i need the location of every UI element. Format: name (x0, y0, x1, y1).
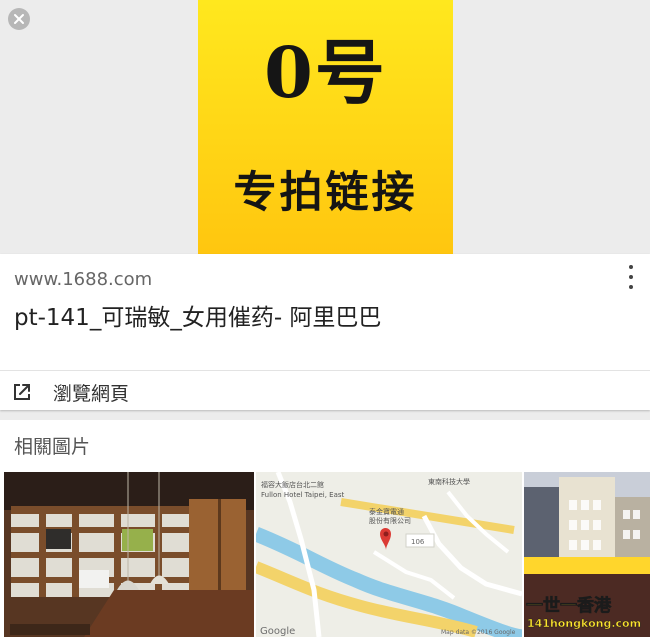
street-image: 一世一香港 141hongkong.com (524, 472, 650, 637)
preview-number-text: 0号 (264, 31, 387, 114)
close-icon (14, 14, 24, 24)
map-image: 福容大飯店台北二館 Fullon Hotel Taipei, East 東南科技… (256, 472, 522, 637)
map-label: 福容大飯店台北二館 (261, 480, 324, 489)
visit-page-label: 瀏覽網頁 (53, 383, 130, 405)
related-images-section: 相關圖片 福容大飯店台北二館 Fullon Hotel Taipei, East… (0, 420, 650, 637)
result-domain: www.1688.com (14, 269, 153, 290)
related-images-heading: 相關圖片 (14, 436, 91, 458)
map-label: 東南科技大學 (428, 477, 470, 486)
more-options-button[interactable] (622, 265, 640, 289)
more-dot-icon (629, 265, 633, 269)
map-label: 股份有限公司 (369, 516, 411, 525)
result-title[interactable]: pt-141_可瑞敏_女用催药- 阿里巴巴 (14, 298, 381, 332)
preview-caption-text: 专拍链接 (233, 168, 418, 218)
map-label: Fullon Hotel Taipei, East (261, 491, 345, 499)
visit-page-button[interactable]: 瀏覽網頁 (0, 371, 650, 410)
image-viewer: 0号 专拍链接 (0, 0, 650, 254)
related-image-room[interactable] (4, 472, 254, 637)
room-image (4, 472, 254, 637)
open-external-icon (14, 384, 30, 400)
related-image-street[interactable]: 一世一香港 141hongkong.com (524, 472, 650, 637)
result-card: www.1688.com pt-141_可瑞敏_女用催药- 阿里巴巴 瀏覽網頁 (0, 254, 650, 410)
related-image-map[interactable]: 福容大飯店台北二館 Fullon Hotel Taipei, East 東南科技… (256, 472, 522, 637)
preview-image[interactable]: 0号 专拍链接 (198, 0, 453, 254)
map-label: 泰金寶電通 (369, 507, 404, 516)
google-logo-text: Google (260, 626, 295, 637)
street-overlay-title: 一世一香港 (526, 595, 612, 616)
close-button[interactable] (8, 8, 30, 30)
more-dot-icon (629, 275, 633, 279)
map-road-label: 106 (411, 538, 425, 546)
street-overlay-url: 141hongkong.com (527, 617, 641, 630)
map-attribution: Map data ©2016 Google (441, 629, 516, 636)
more-dot-icon (629, 285, 633, 289)
